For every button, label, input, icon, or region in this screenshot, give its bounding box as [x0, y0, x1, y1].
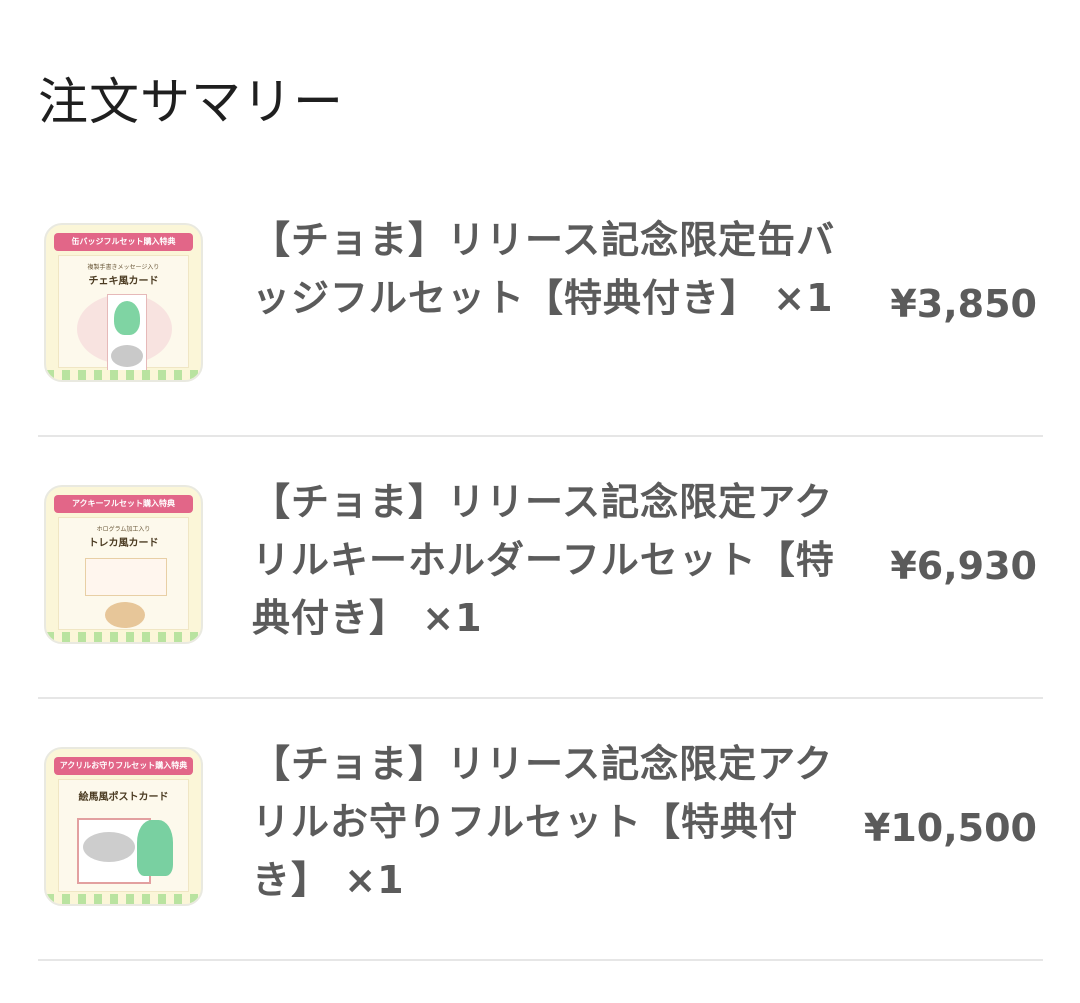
product-thumbnail: アクリルお守りフルセット購入特典 絵馬風ポストカード: [44, 747, 203, 906]
thumbnail-subtitle: 複製手書きメッセージ入り: [87, 264, 160, 271]
ema-illustration: [77, 818, 173, 884]
list-item[interactable]: アクキーフルセット購入特典 ホログラム加工入り トレカ風カード 【チョま】リリー…: [38, 435, 1043, 699]
decorative-border: [46, 370, 201, 380]
product-title: 【チョま】リリース記念限定アクリルお守りフルセット【特典付き】: [252, 742, 834, 902]
list-item[interactable]: アクリルお守りフルセット購入特典 絵馬風ポストカード 【チョま】リリース記念限定…: [38, 697, 1043, 961]
product-price: ¥3,850: [890, 282, 1037, 326]
thumbnail-panel: 複製手書きメッセージ入り チェキ風カード: [58, 255, 189, 374]
product-quantity: ×1: [344, 858, 405, 902]
product-title: 【チョま】リリース記念限定アクリルキーホルダーフルセット【特典付き】: [252, 480, 835, 640]
thumbnail-banner: アクリルお守りフルセット購入特典: [54, 757, 193, 775]
thumbnail-heading: トレカ風カード: [88, 538, 159, 549]
thumbnail-heading: チェキ風カード: [88, 276, 159, 287]
thumbnail-heading: 絵馬風ポストカード: [78, 792, 169, 803]
decorative-border: [46, 632, 201, 642]
thumbnail-panel: ホログラム加工入り トレカ風カード: [58, 517, 189, 630]
card-illustration: [107, 294, 147, 374]
thumbnail-banner: アクキーフルセット購入特典: [54, 495, 193, 513]
message-bubble: [83, 832, 135, 862]
product-name[interactable]: 【チョま】リリース記念限定缶バッジフルセット【特典付き】 ×1: [252, 211, 842, 327]
message-bubble: [111, 345, 143, 367]
card-back: [105, 602, 145, 628]
thumbnail-panel: 絵馬風ポストカード: [58, 779, 189, 892]
product-name[interactable]: 【チョま】リリース記念限定アクリルキーホルダーフルセット【特典付き】 ×1: [252, 473, 842, 647]
decorative-border: [46, 894, 201, 904]
product-price: ¥10,500: [863, 806, 1037, 850]
list-item[interactable]: 缶バッジフルセット購入特典 複製手書きメッセージ入り チェキ風カード 【チョま】…: [38, 173, 1043, 437]
product-thumbnail: 缶バッジフルセット購入特典 複製手書きメッセージ入り チェキ風カード: [44, 223, 203, 382]
page-title: 注文サマリー: [38, 73, 344, 131]
character-illustration: [114, 301, 140, 335]
product-quantity: ×1: [773, 276, 834, 320]
thumbnail-subtitle: ホログラム加工入り: [96, 526, 151, 533]
character-illustration: [137, 820, 173, 876]
product-title: 【チョま】リリース記念限定缶バッジフルセット【特典付き】: [252, 218, 836, 320]
product-price: ¥6,930: [890, 544, 1037, 588]
card-front: [85, 558, 167, 596]
order-summary: 注文サマリー 缶バッジフルセット購入特典 複製手書きメッセージ入り チェキ風カー…: [0, 0, 1080, 1003]
product-quantity: ×1: [422, 596, 483, 640]
product-name[interactable]: 【チョま】リリース記念限定アクリルお守りフルセット【特典付き】 ×1: [252, 735, 842, 909]
product-thumbnail: アクキーフルセット購入特典 ホログラム加工入り トレカ風カード: [44, 485, 203, 644]
thumbnail-banner: 缶バッジフルセット購入特典: [54, 233, 193, 251]
